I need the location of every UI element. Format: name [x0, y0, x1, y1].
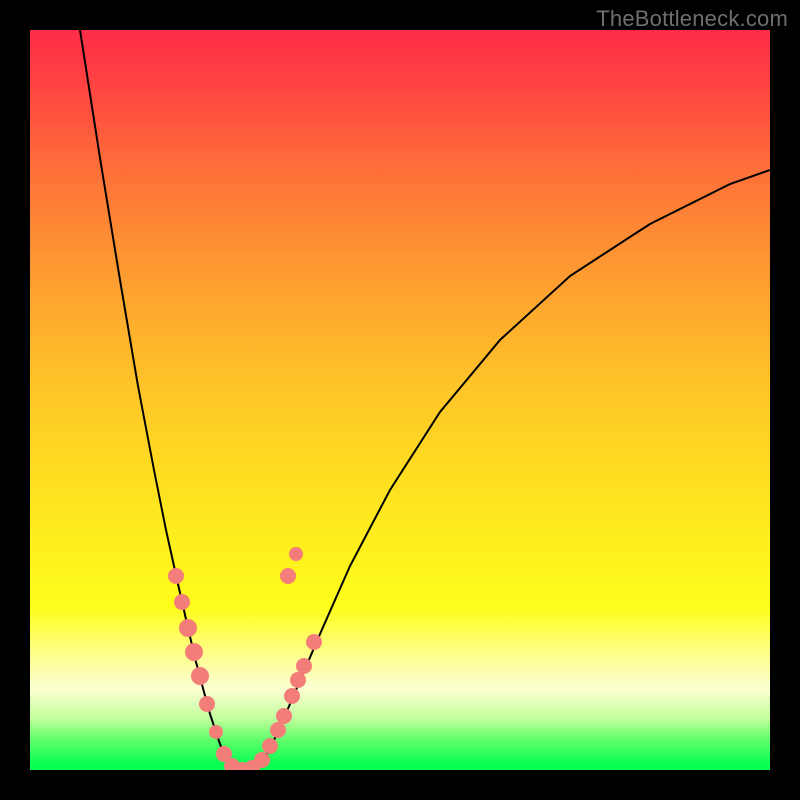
- data-marker: [199, 696, 215, 712]
- data-marker: [306, 634, 322, 650]
- bottleneck-curve: [80, 30, 770, 770]
- data-marker: [191, 667, 209, 685]
- data-marker: [185, 643, 203, 661]
- data-marker: [168, 568, 184, 584]
- data-marker: [270, 722, 286, 738]
- chart-plot-area: [30, 30, 770, 770]
- chart-svg: [30, 30, 770, 770]
- data-marker: [254, 752, 270, 768]
- data-marker: [276, 708, 292, 724]
- data-marker: [284, 688, 300, 704]
- watermark-text: TheBottleneck.com: [596, 6, 788, 32]
- data-marker: [280, 568, 296, 584]
- data-markers: [168, 547, 322, 770]
- data-marker: [290, 672, 306, 688]
- data-marker: [179, 619, 197, 637]
- data-marker: [174, 594, 190, 610]
- data-marker: [289, 547, 303, 561]
- data-marker: [296, 658, 312, 674]
- data-marker: [262, 738, 278, 754]
- data-marker: [209, 725, 223, 739]
